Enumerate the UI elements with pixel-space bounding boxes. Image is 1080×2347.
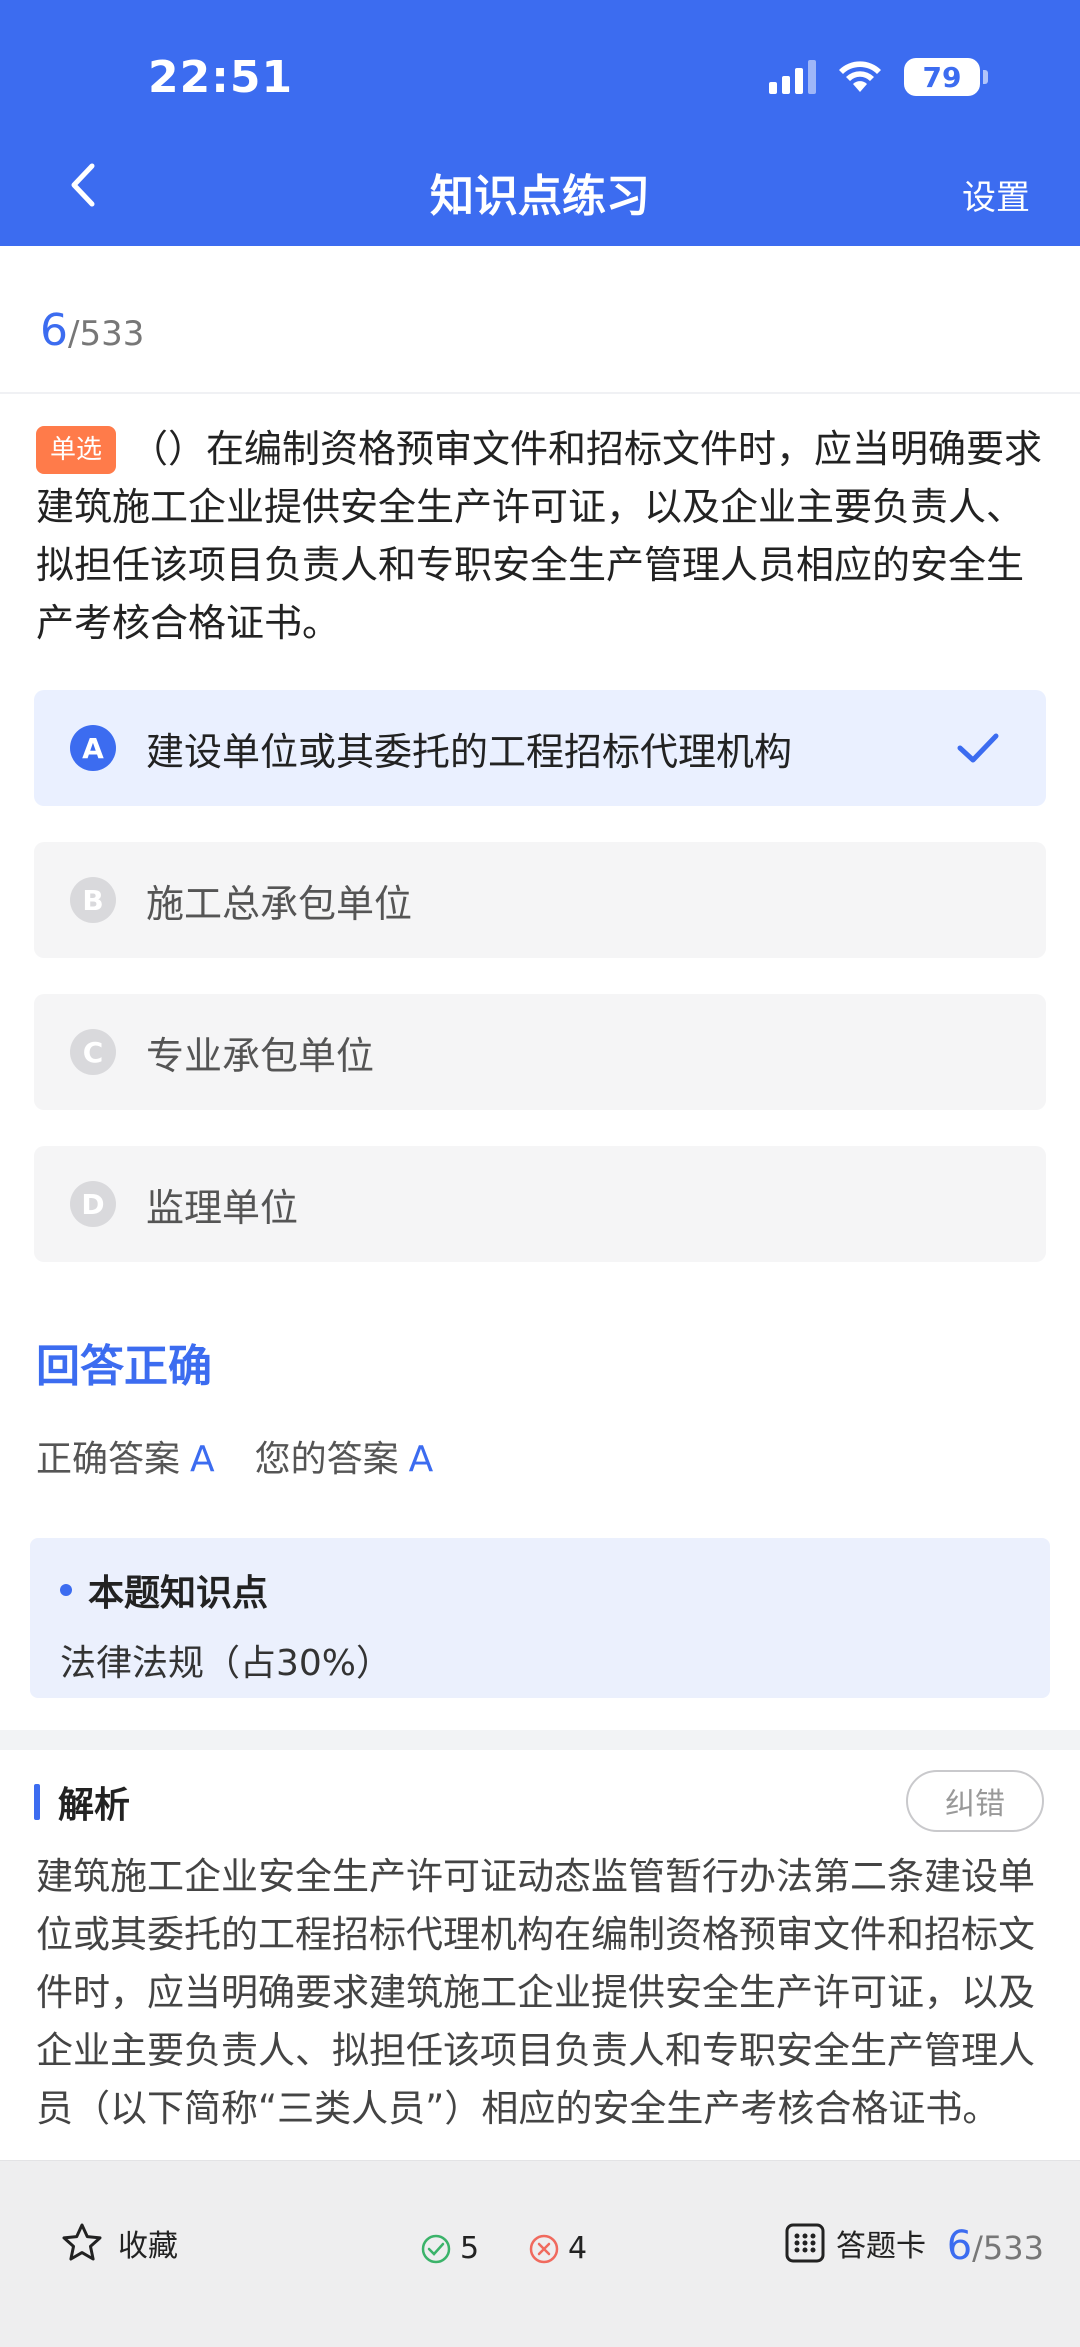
knowledge-point-text: 法律法规（占30%） (60, 1643, 393, 1684)
option-text: 施工总承包单位 (146, 881, 413, 926)
option-text: 专业承包单位 (146, 1033, 375, 1078)
section-divider (0, 1730, 1080, 1750)
favorite-label: 收藏 (118, 2229, 178, 2264)
analysis-text: 建筑施工企业安全生产许可证动态监管暂行办法第二条建设单位或其委托的工程招标代理机… (36, 1855, 1035, 2130)
wrong-count-value: 4 (568, 2231, 588, 2266)
option-letter: B (70, 877, 116, 923)
option-d[interactable]: D 监理单位 (34, 1146, 1046, 1262)
bottom-total: /533 (972, 2229, 1044, 2267)
question-counter: 6/533 (40, 305, 144, 356)
correct-count: 5 (420, 2231, 479, 2266)
your-answer-label: 您的答案 (254, 1439, 399, 1480)
favorite-button[interactable]: 收藏 (60, 2221, 178, 2265)
correct-answer-label: 正确答案 (36, 1439, 181, 1480)
page-title: 知识点练习 (430, 171, 650, 222)
status-icons: 79 (769, 58, 988, 96)
question-type-badge: 单选 (36, 426, 117, 474)
analysis-title: 解析 (34, 1776, 130, 1828)
signal-icon (769, 60, 816, 94)
answer-card-button[interactable]: 答题卡 (784, 2221, 926, 2265)
total-questions: /533 (68, 314, 145, 354)
option-c[interactable]: C 专业承包单位 (34, 994, 1046, 1110)
option-letter: C (70, 1029, 116, 1075)
current-question-number: 6 (40, 305, 68, 356)
divider (0, 392, 1080, 394)
status-time: 22:51 (148, 52, 294, 103)
correct-circle-icon (421, 2234, 451, 2263)
battery-icon: 79 (904, 58, 988, 96)
star-icon (62, 2223, 102, 2261)
knowledge-point-box: 本题知识点 法律法规（占30%） (30, 1538, 1050, 1698)
grid-icon (785, 2223, 825, 2263)
answer-summary: 正确答案 A 您的答案 A (36, 1430, 473, 1482)
option-b[interactable]: B 施工总承包单位 (34, 842, 1046, 958)
option-letter: A (70, 725, 116, 771)
correct-count-value: 5 (460, 2231, 480, 2266)
option-text: 建设单位或其委托的工程招标代理机构 (146, 729, 793, 774)
bottom-current-number: 6 (946, 2223, 973, 2269)
wifi-icon (839, 61, 881, 92)
question-stem: 单选 （）在编制资格预审文件和招标文件时，应当明确要求建筑施工企业提供安全生产许可… (36, 420, 1046, 652)
answer-card-label: 答题卡 (836, 2229, 926, 2264)
check-icon (957, 733, 999, 763)
option-letter: D (70, 1181, 116, 1227)
settings-button[interactable]: 设置 (962, 170, 1030, 219)
your-answer-value: A (408, 1439, 434, 1480)
result-title: 回答正确 (36, 1341, 212, 1392)
report-error-button[interactable]: 纠错 (906, 1770, 1044, 1832)
question-text: （）在编制资格预审文件和招标文件时，应当明确要求建筑施工企业提供安全生产许可证，… (36, 427, 1043, 645)
app-header: 22:51 79 知识点练习 设置 (0, 0, 1080, 246)
option-text: 监理单位 (146, 1185, 299, 1230)
option-a[interactable]: A 建设单位或其委托的工程招标代理机构 (34, 690, 1046, 806)
bottom-question-counter: 6/533 (947, 2223, 1044, 2269)
knowledge-point-title: 本题知识点 (60, 1564, 1020, 1616)
wrong-circle-icon (529, 2234, 559, 2263)
bottom-toolbar: 收藏 5 4 答题卡 6/533 (0, 2160, 1080, 2347)
wrong-count: 4 (528, 2231, 587, 2266)
correct-answer-value: A (190, 1439, 215, 1480)
